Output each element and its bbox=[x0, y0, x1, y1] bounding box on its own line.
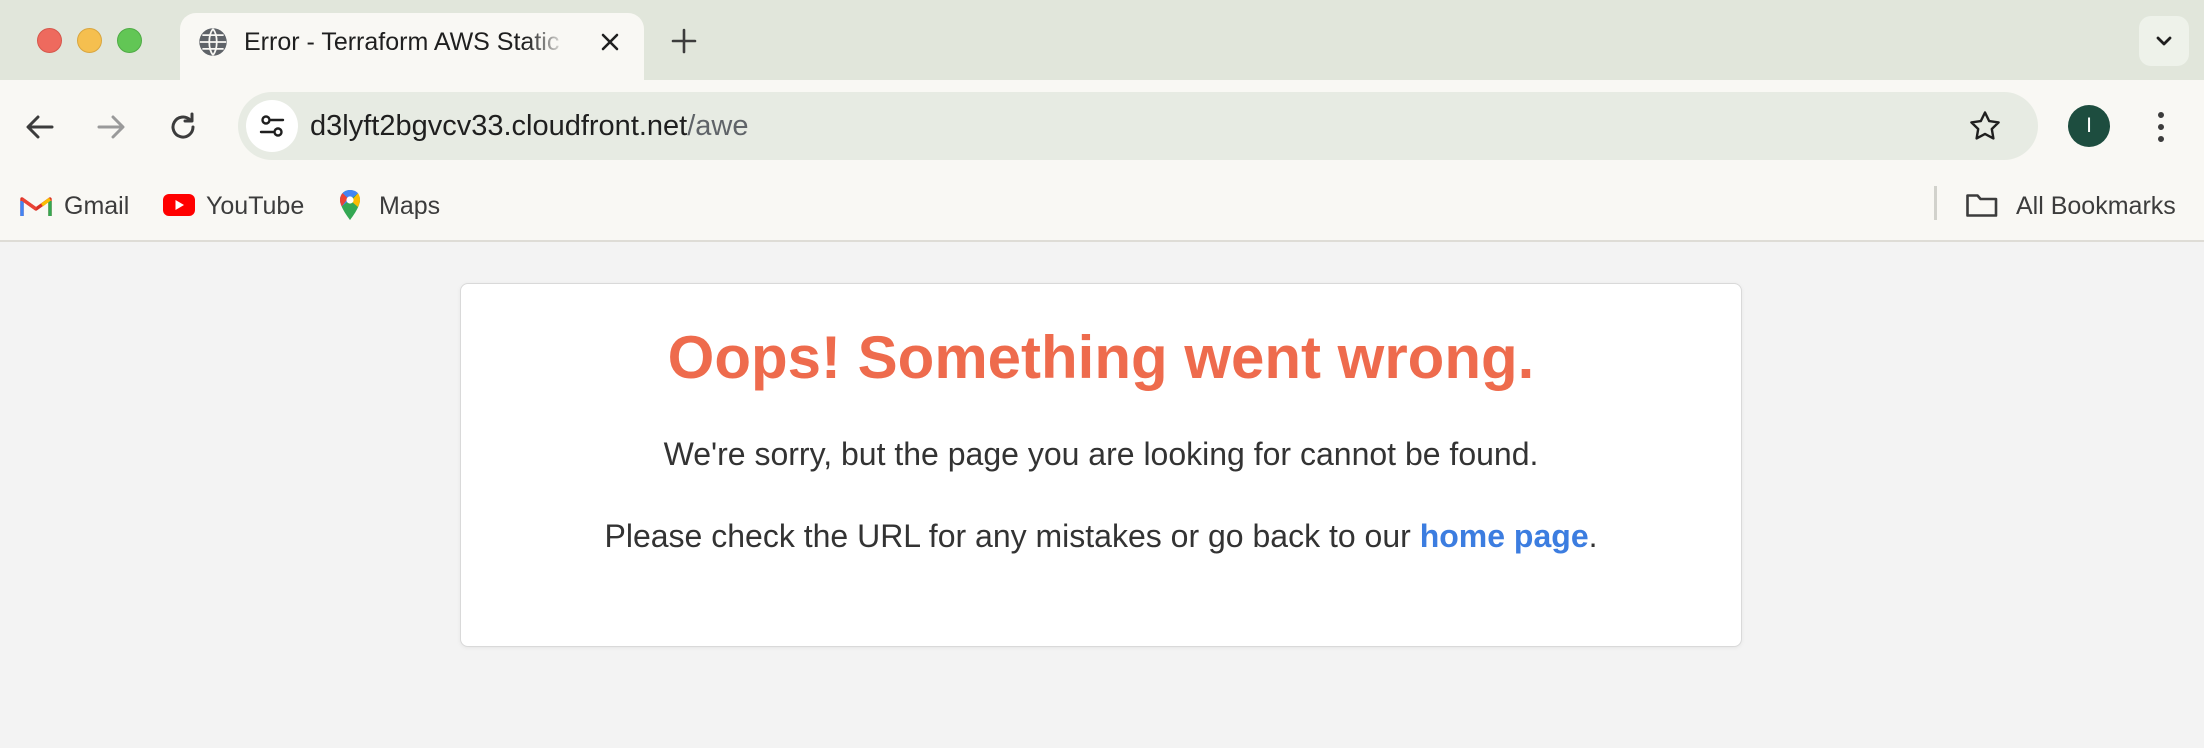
tab-strip: Error - Terraform AWS Static Website bbox=[0, 0, 2204, 80]
profile-avatar[interactable]: I bbox=[2068, 105, 2110, 147]
site-info-button[interactable] bbox=[246, 100, 298, 152]
back-arrow-icon[interactable] bbox=[22, 109, 58, 145]
bookmarks-bar: Gmail YouTube Maps All Bookmarks bbox=[0, 174, 2204, 242]
close-icon[interactable] bbox=[598, 30, 622, 54]
address-bar[interactable]: d3lyft2bgvcv33.cloudfront.net/awe bbox=[238, 92, 2038, 160]
home-page-link[interactable]: home page bbox=[1420, 518, 1589, 554]
error-card: Oops! Something went wrong. We're sorry,… bbox=[460, 283, 1742, 647]
browser-toolbar: d3lyft2bgvcv33.cloudfront.net/awe I bbox=[0, 80, 2204, 174]
error-hint-suffix: . bbox=[1588, 518, 1598, 554]
tune-icon bbox=[259, 115, 285, 137]
bookmark-star-icon[interactable] bbox=[1968, 109, 2002, 143]
more-menu-icon[interactable] bbox=[2146, 108, 2176, 146]
bookmark-maps[interactable]: Maps bbox=[337, 188, 443, 224]
url-text[interactable]: d3lyft2bgvcv33.cloudfront.net/awe bbox=[310, 108, 749, 144]
forward-arrow-icon[interactable] bbox=[93, 109, 129, 145]
browser-window: Error - Terraform AWS Static Website bbox=[0, 0, 2204, 748]
error-hint-prefix: Please check the URL for any mistakes or… bbox=[604, 518, 1420, 554]
bookmark-label: Maps bbox=[379, 192, 441, 220]
reload-icon[interactable] bbox=[165, 109, 201, 145]
tab-title: Error - Terraform AWS Static Website bbox=[244, 28, 566, 56]
bookmark-label: YouTube bbox=[206, 192, 305, 220]
bookmarks-divider bbox=[1934, 186, 1937, 220]
globe-icon bbox=[199, 28, 227, 56]
error-message: We're sorry, but the page you are lookin… bbox=[663, 436, 1539, 472]
maps-icon bbox=[340, 190, 360, 220]
bookmark-youtube[interactable]: YouTube bbox=[162, 188, 304, 224]
chevron-down-icon bbox=[2156, 36, 2172, 46]
all-bookmarks-label: All Bookmarks bbox=[2016, 192, 2176, 220]
tab-active[interactable]: Error - Terraform AWS Static Website bbox=[180, 13, 644, 80]
error-hint: Please check the URL for any mistakes or… bbox=[461, 516, 1741, 556]
bookmark-gmail[interactable]: Gmail bbox=[20, 188, 132, 224]
youtube-icon bbox=[163, 194, 195, 216]
url-path: /awe bbox=[687, 110, 749, 142]
page-content: Oops! Something went wrong. We're sorry,… bbox=[0, 242, 2204, 748]
tab-search-button[interactable] bbox=[2139, 16, 2189, 66]
new-tab-plus-icon[interactable] bbox=[668, 25, 700, 57]
gmail-icon bbox=[20, 197, 52, 216]
window-minimize-button[interactable] bbox=[77, 28, 102, 53]
folder-icon bbox=[1966, 194, 1998, 217]
error-headline: Oops! Something went wrong. bbox=[667, 324, 1535, 391]
window-close-button[interactable] bbox=[37, 28, 62, 53]
all-bookmarks-button[interactable]: All Bookmarks bbox=[1965, 188, 2187, 224]
window-maximize-button[interactable] bbox=[117, 28, 142, 53]
bookmark-label: Gmail bbox=[64, 192, 130, 220]
url-host: d3lyft2bgvcv33.cloudfront.net bbox=[310, 110, 688, 142]
